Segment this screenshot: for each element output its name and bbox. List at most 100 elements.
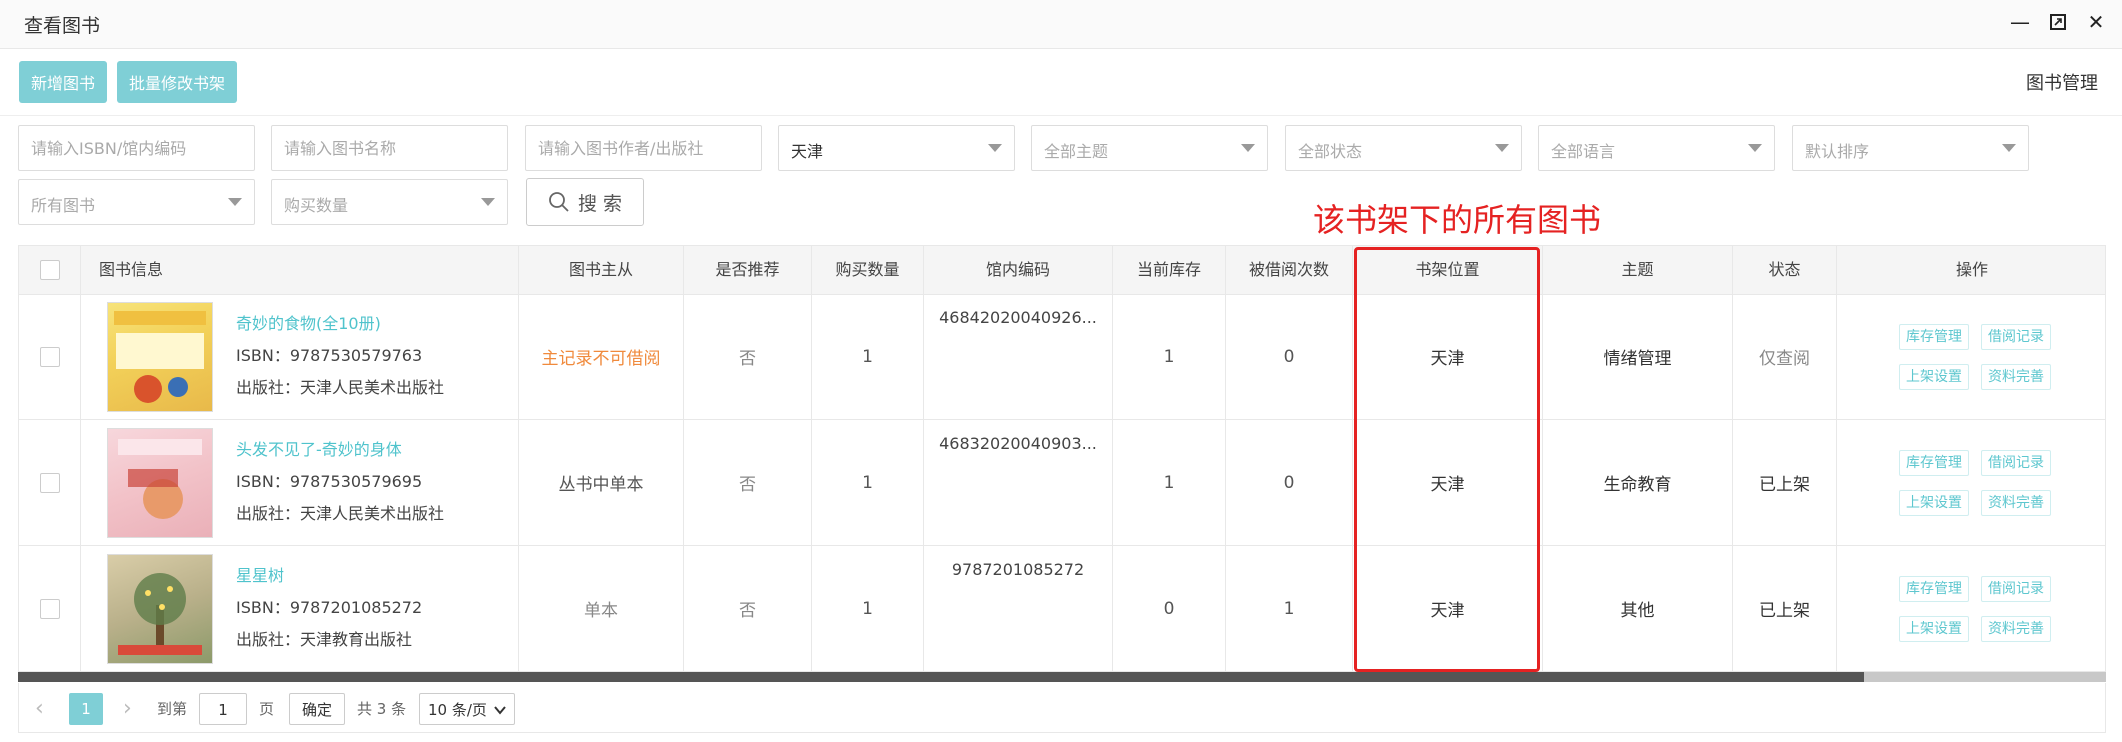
language-select[interactable]: 全部语言 [1538, 125, 1775, 171]
main-sub-cell: 主记录不可借阅 [519, 294, 684, 419]
code-cell: 46832020040903... [924, 420, 1113, 545]
select-all-checkbox[interactable] [39, 260, 60, 280]
actions-cell: 库存管理 借阅记录 上架设置 资料完善 [1837, 546, 2105, 671]
page-size-select[interactable]: 10 条/页 [419, 693, 515, 725]
book-name-input[interactable] [272, 126, 507, 170]
isbn-search-field[interactable] [18, 125, 255, 171]
main-sub-cell: 丛书中单本 [519, 420, 684, 545]
stock-management-button[interactable]: 库存管理 [1899, 576, 1969, 602]
next-page-icon[interactable]: › [123, 693, 132, 725]
goto-page-input[interactable]: 1 [199, 693, 247, 725]
row-checkbox[interactable] [39, 472, 60, 493]
actions-cell: 库存管理 借阅记录 上架设置 资料完善 [1837, 420, 2105, 545]
search-icon [549, 192, 569, 212]
borrows-cell: 0 [1226, 294, 1353, 419]
library-code: 46832020040903... [939, 434, 1097, 453]
author-publisher-input[interactable] [526, 126, 761, 170]
chevron-down-icon [494, 706, 506, 715]
page-1-button[interactable]: 1 [69, 693, 103, 725]
purchase-cell: 1 [812, 546, 924, 671]
minimize-icon[interactable]: — [2008, 10, 2032, 34]
status-select[interactable]: 全部状态 [1285, 125, 1522, 171]
header-actions: 操作 [1955, 260, 1988, 279]
header-theme: 主题 [1543, 246, 1733, 294]
stock-cell: 1 [1113, 420, 1226, 545]
status-cell: 仅查阅 [1733, 294, 1837, 419]
book-publisher: 出版社：天津人民美术出版社 [236, 504, 445, 523]
book-name-field[interactable] [271, 125, 508, 171]
batch-edit-shelf-button[interactable]: 批量修改书架 [117, 61, 238, 103]
prev-page-icon[interactable]: ‹ [35, 693, 44, 725]
recommended-cell: 否 [684, 420, 812, 545]
table-header: 图书信息 图书主从 是否推荐 购买数量 馆内编码 当前库存 被借阅次数 书架位置… [19, 246, 2105, 295]
book-cover-image [107, 554, 213, 664]
table-row: 星星树 ISBN：9787201085272 出版社：天津教育出版社 单本 否 … [19, 546, 2105, 671]
isbn-search-input[interactable] [19, 126, 254, 170]
shelf-setting-button[interactable]: 上架设置 [1899, 616, 1969, 642]
header-select-all[interactable] [19, 246, 81, 294]
row-checkbox[interactable] [39, 598, 60, 619]
book-title-link[interactable]: 星星树 [236, 562, 284, 586]
borrows-cell: 0 [1226, 420, 1353, 545]
book-isbn: ISBN：9787530579763 [236, 346, 423, 365]
horizontal-scrollbar-thumb[interactable] [18, 672, 1864, 682]
theme-cell: 生命教育 [1543, 420, 1733, 545]
recommended-cell: 否 [684, 546, 812, 671]
theme-cell: 情绪管理 [1543, 294, 1733, 419]
header-borrows: 被借阅次数 [1226, 246, 1353, 294]
status-select-value: 全部状态 [1298, 142, 1363, 161]
purchase-cell: 1 [812, 420, 924, 545]
stock-management-button[interactable]: 库存管理 [1899, 324, 1969, 350]
complete-info-button[interactable]: 资料完善 [1981, 364, 2051, 390]
borrows-cell: 1 [1226, 546, 1353, 671]
book-table: 图书信息 图书主从 是否推荐 购买数量 馆内编码 当前库存 被借阅次数 书架位置… [18, 245, 2106, 672]
goto-label: 到第 [157, 700, 188, 718]
header-recommended: 是否推荐 [684, 246, 812, 294]
purchase-count-select[interactable]: 购买数量 [271, 179, 508, 225]
table-row: 奇妙的食物(全10册) ISBN：9787530579763 出版社：天津人民美… [19, 294, 2105, 420]
stock-management-button[interactable]: 库存管理 [1899, 450, 1969, 476]
search-button-label: 搜 索 [577, 192, 623, 215]
goto-confirm-button[interactable]: 确定 [289, 693, 345, 725]
theme-cell: 其他 [1543, 546, 1733, 671]
author-publisher-field[interactable] [525, 125, 762, 171]
sort-select[interactable]: 默认排序 [1792, 125, 2029, 171]
row-select-cell [19, 420, 81, 545]
row-checkbox[interactable] [39, 346, 60, 367]
chevron-down-icon [481, 198, 495, 206]
header-book-info: 图书信息 [81, 246, 519, 294]
complete-info-button[interactable]: 资料完善 [1981, 616, 2051, 642]
book-title-link[interactable]: 奇妙的食物(全10册) [236, 310, 381, 334]
add-book-button[interactable]: 新增图书 [19, 61, 108, 103]
book-cover-image [107, 302, 213, 412]
stock-cell: 0 [1113, 546, 1226, 671]
theme-select[interactable]: 全部主题 [1031, 125, 1268, 171]
shelf-setting-button[interactable]: 上架设置 [1899, 364, 1969, 390]
row-select-cell [19, 294, 81, 419]
sort-select-value: 默认排序 [1805, 142, 1870, 161]
code-cell: 46842020040926... [924, 294, 1113, 419]
shelf-setting-button[interactable]: 上架设置 [1899, 490, 1969, 516]
book-info-cell: 奇妙的食物(全10册) ISBN：9787530579763 出版社：天津人民美… [81, 294, 519, 419]
close-icon[interactable]: ✕ [2084, 10, 2108, 34]
borrow-record-button[interactable]: 借阅记录 [1981, 324, 2051, 350]
shelf-cell: 天津 [1353, 294, 1543, 419]
status-cell: 已上架 [1733, 420, 1837, 545]
book-title-link[interactable]: 头发不见了-奇妙的身体 [236, 436, 402, 460]
search-button[interactable]: 搜 索 [526, 178, 644, 226]
complete-info-button[interactable]: 资料完善 [1981, 490, 2051, 516]
window-title: 查看图书 [24, 15, 101, 37]
book-scope-select[interactable]: 所有图书 [18, 179, 255, 225]
maximize-icon[interactable] [2046, 10, 2070, 34]
main-sub-cell: 单本 [519, 546, 684, 671]
language-select-value: 全部语言 [1551, 142, 1616, 161]
borrow-record-button[interactable]: 借阅记录 [1981, 576, 2051, 602]
location-select-value: 天津 [791, 142, 824, 161]
borrow-record-button[interactable]: 借阅记录 [1981, 450, 2051, 476]
purchase-cell: 1 [812, 294, 924, 419]
location-select[interactable]: 天津 [778, 125, 1015, 171]
window-controls: — ✕ [2008, 10, 2108, 34]
header-shelf: 书架位置 [1353, 246, 1543, 294]
toolbar: 新增图书 批量修改书架 图书管理 [0, 49, 2122, 116]
book-isbn: ISBN：9787530579695 [236, 472, 423, 491]
